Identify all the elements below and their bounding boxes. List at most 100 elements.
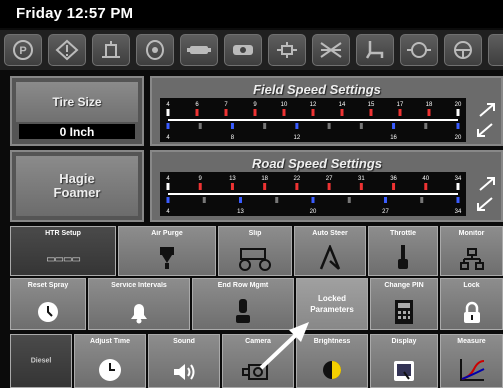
scale-tick [456,183,460,190]
throttle-tile[interactable]: Throttle [368,226,438,276]
slip-icon [235,245,275,271]
reset-spray-label: Reset Spray [27,282,69,289]
air-purge-label: Air Purge [151,230,183,237]
measure-label: Measure [457,338,486,345]
pump-icon[interactable] [400,34,438,66]
scale-tick [369,109,373,116]
road-speed-scale[interactable]: 4 9 13 18 22 27 31 36 40 34 4 13 20 27 34 [160,172,466,216]
scale-tick-label: 20 [310,209,317,215]
scale-tick-label: 17 [397,102,404,108]
auto-steer-label: Auto Steer [312,230,348,237]
display-icon [392,359,416,383]
sprayer-boom-icon[interactable] [312,34,350,66]
speaker-icon [171,361,197,383]
scale-tick-label: 40 [422,176,429,182]
change-pin-tile[interactable]: Change PIN [370,278,438,330]
machine-label-line2: Foamer [53,185,101,200]
scale-tick [230,123,234,129]
svg-text:P: P [19,45,26,57]
graph-icon [458,357,486,383]
scale-tick [340,109,344,116]
scale-tick-label: 34 [455,176,462,182]
scale-tick-label: 22 [294,176,301,182]
scale-tick [359,123,363,129]
scale-tick [311,109,315,116]
sound-tile[interactable]: Sound [148,334,220,388]
scale-tick-label: 6 [195,102,199,108]
scale-tick-label: 9 [253,102,257,108]
pointer-arrow [255,318,315,374]
scale-tick [424,123,428,129]
expand-icon[interactable] [474,102,498,138]
htr-setup-tile[interactable]: HTR Setup ▭▭▭▭ [10,226,116,276]
scale-tick [359,183,363,190]
scale-tick-label: 20 [455,135,462,141]
machine-button[interactable]: Hagie Foamer [16,156,138,216]
scale-tick [295,183,299,190]
parking-icon[interactable]: P [4,34,42,66]
seat-icon[interactable] [356,34,394,66]
slip-tile[interactable]: Slip [218,226,292,276]
tire-size-panel[interactable]: Tire Size 0 Inch [10,76,144,146]
machine-label-line1: Hagie [59,171,95,186]
display-tile[interactable]: Display [370,334,438,388]
auto-steer-tile[interactable]: Auto Steer [294,226,366,276]
warning-icon[interactable] [48,34,86,66]
scale-tick-label: 27 [382,209,389,215]
expand-icon[interactable] [474,176,498,212]
scale-tick [456,109,460,116]
scale-tick-label: 13 [237,209,244,215]
diesel-tile[interactable]: Diesel [10,334,72,388]
clock-icon [97,357,123,383]
lock-tile[interactable]: Lock [440,278,503,330]
scale-tick [166,183,170,190]
htr-setup-label: HTR Setup [45,230,81,237]
reset-spray-tile[interactable]: Reset Spray [10,278,86,330]
field-speed-title: Field Speed Settings [253,82,381,97]
field-speed-panel[interactable]: Field Speed Settings 4 6 7 9 10 12 14 15 17 18 20 4… [150,76,503,146]
adjust-time-tile[interactable]: Adjust Time [74,334,146,388]
scale-tick [384,197,387,203]
clock-label: Friday 12:57 PM [16,5,134,22]
scale-tick-label: 27 [326,176,333,182]
hydraulics-icon[interactable] [268,34,306,66]
steering-wheel-icon[interactable] [444,34,482,66]
scale-tick [282,109,286,116]
scale-tick [166,197,170,203]
scale-tick [239,197,242,203]
scale-tick-label: 16 [390,135,397,141]
scale-tick-label: 7 [224,102,228,108]
hitch-icon[interactable] [92,34,130,66]
engine-icon[interactable] [136,34,174,66]
air-purge-tile[interactable]: Air Purge [118,226,216,276]
more-icon[interactable] [488,34,503,66]
scale-tick [456,197,460,203]
scale-tick [198,123,202,129]
scale-tick-label: 31 [358,176,365,182]
monitor-tile[interactable]: Monitor [440,226,503,276]
road-speed-panel[interactable]: Road Speed Settings 4 9 13 18 22 27 31 36 40 34 4 1… [150,150,503,222]
measure-tile[interactable]: Measure [440,334,503,388]
scale-tick-label: 4 [166,209,170,215]
auto-steer-icon [317,245,343,271]
throttle-label: Throttle [389,230,417,237]
scale-tick [263,123,267,129]
diesel-label: Diesel [30,357,52,365]
scale-tick [392,183,396,190]
camera-rear-icon[interactable] [224,34,262,66]
machine-panel[interactable]: Hagie Foamer [10,150,144,222]
scale-tick [327,123,331,129]
scale-tick-label: 20 [455,102,462,108]
road-speed-title: Road Speed Settings [251,156,383,171]
lock-label: Lock [463,282,480,289]
scale-tick [166,123,170,129]
throttle-icon [395,243,411,271]
service-intervals-label: Service Intervals [111,282,167,289]
scale-tick [230,183,234,190]
transmission-icon[interactable] [180,34,218,66]
scale-tick-label: 4 [166,176,170,182]
scale-tick [420,197,424,203]
scale-tick [195,109,199,116]
service-intervals-tile[interactable]: Service Intervals [88,278,190,330]
field-speed-scale[interactable]: 4 6 7 9 10 12 14 15 17 18 20 4 8 12 16 20 [160,98,466,142]
